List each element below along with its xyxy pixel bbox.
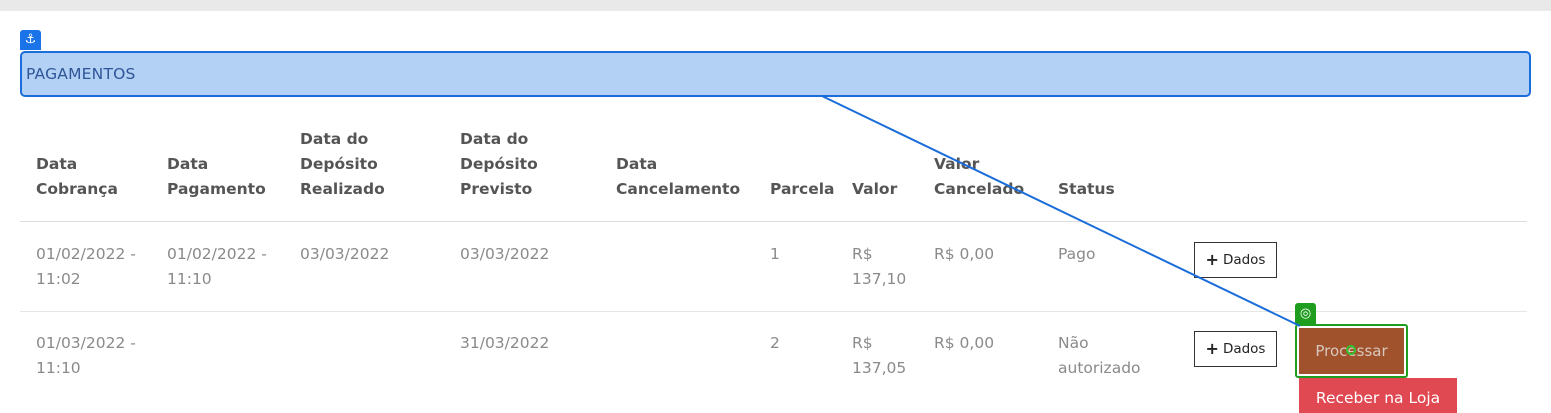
header-deposito-previsto: Data do Depósito Previsto [460, 130, 538, 198]
cell-status: Pago [1058, 245, 1096, 263]
cell-parcela: 1 [770, 245, 780, 263]
cell-valor: R$ 137,05 [852, 334, 907, 377]
header-parcela: Parcela [770, 180, 835, 198]
dados-button[interactable]: + Dados [1194, 331, 1277, 367]
cell-parcela: 2 [770, 334, 780, 352]
cell-valor-cancelado: R$ 0,00 [934, 245, 995, 263]
cell-deposito-realizado: 03/03/2022 [300, 245, 390, 263]
receber-na-loja-button[interactable]: Receber na Loja [1299, 378, 1457, 413]
cell-deposito-previsto: 03/03/2022 [460, 245, 550, 263]
header-data-cobranca: Data Cobrança [36, 155, 118, 198]
header-valor: Valor [852, 180, 898, 198]
cell-deposito-previsto: 31/03/2022 [460, 334, 550, 352]
anchor-icon: ⚓ [20, 30, 41, 50]
cell-status: Não autorizado [1058, 334, 1141, 377]
plus-icon: + [1205, 339, 1219, 358]
header-cancelamento: Data Cancelamento [616, 155, 741, 198]
section-header[interactable]: PAGAMENTOS [20, 51, 1531, 97]
dados-button[interactable]: + Dados [1194, 242, 1277, 278]
target-icon: ◎ [1295, 303, 1316, 324]
section-title: PAGAMENTOS [26, 65, 136, 83]
header-valor-cancelado: Valor Cancelado [934, 155, 1025, 198]
cell-data-cobranca: 01/03/2022 -11:10 [36, 334, 136, 377]
cell-valor-cancelado: R$ 0,00 [934, 334, 995, 352]
click-target-icon [1346, 345, 1356, 355]
plus-icon: + [1205, 250, 1219, 269]
cell-data-pagamento: 01/02/2022 -11:10 [167, 245, 267, 288]
top-bar [0, 0, 1551, 11]
header-data-pagamento: Data Pagamento [167, 155, 266, 198]
header-status: Status [1058, 180, 1115, 198]
header-divider [20, 221, 1527, 222]
cell-data-cobranca: 01/02/2022 -11:02 [36, 245, 136, 288]
cell-valor: R$ 137,10 [852, 245, 907, 288]
header-deposito-realizado: Data do Depósito Realizado [300, 130, 385, 198]
